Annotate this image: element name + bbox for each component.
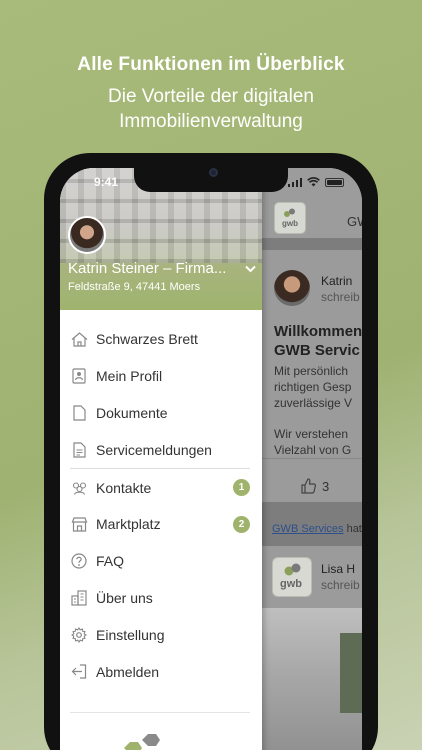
signal-icon xyxy=(287,177,302,187)
menu-item-mein-profil[interactable]: Mein Profil xyxy=(60,358,262,395)
post-title: Willkommen GWB Servic xyxy=(274,323,362,359)
contacts-icon xyxy=(70,479,88,497)
menu-item-dokumente[interactable]: Dokumente xyxy=(60,395,262,432)
post-body-2: Wir verstehen Vielzahl von G xyxy=(274,427,352,457)
service-report-icon xyxy=(70,441,88,459)
shared-note: GWB Services hat xyxy=(272,523,362,535)
like-button[interactable]: 3 xyxy=(300,478,329,494)
navigation-drawer: Katrin Steiner – Firma... Feldstraße 9, … xyxy=(60,168,262,750)
user-name: Katrin Steiner – Firma... xyxy=(68,260,227,277)
status-time: 9:41 xyxy=(94,175,119,189)
post-card[interactable]: Katrin schreib Willkommen GWB Servic Mit … xyxy=(262,250,362,502)
hero-title: Alle Funktionen im Überblick xyxy=(77,54,345,75)
feed-background: gwb GW Katrin schreib WillkommenGWB Serv… xyxy=(262,168,362,750)
profile-card-icon xyxy=(70,367,88,385)
hero-header: Alle Funktionen im Überblick Die Vorteil… xyxy=(0,54,422,134)
badge-count: 2 xyxy=(233,515,250,533)
menu-item-servicemeldungen[interactable]: Servicemeldungen xyxy=(60,431,262,468)
like-count: 3 xyxy=(322,478,330,494)
hero-subtitle-line-1: Die Vorteile der digitalen xyxy=(108,86,314,107)
badge-count: 1 xyxy=(233,479,250,497)
wifi-icon xyxy=(307,177,320,187)
question-icon xyxy=(70,552,88,570)
menu-item-kontakte[interactable]: Kontakte 1 xyxy=(60,469,262,506)
gwb-logo-icon: gwb xyxy=(272,557,312,597)
camera-icon xyxy=(209,168,218,177)
gear-icon xyxy=(70,626,88,644)
post-photo xyxy=(262,608,362,750)
post-card-2[interactable]: gwb Lisa H schreib xyxy=(262,546,362,750)
status-icons xyxy=(287,177,344,187)
marketplace-icon xyxy=(70,515,88,533)
drawer-footer-divider xyxy=(70,712,250,713)
phone-screen: 9:41 gwb GW Katrin schreib WillkommenGWB… xyxy=(60,168,362,750)
feed-header-title: GW xyxy=(347,214,362,229)
menu-item-marktplatz[interactable]: Marktplatz 2 xyxy=(60,506,262,543)
menu-item-schwarzes-brett[interactable]: Schwarzes Brett xyxy=(60,321,262,358)
gwb-logo-icon xyxy=(124,734,160,750)
post-body: Mit persönlich richtigen Gesp zuverlässige… xyxy=(274,364,353,410)
post-author: Lisa H xyxy=(321,562,356,576)
logout-icon xyxy=(70,663,88,681)
building-icon xyxy=(70,589,88,607)
divider xyxy=(262,458,362,459)
post-author: Katrin xyxy=(321,274,353,288)
hero-subtitle-line-2: Immobilienverwaltung xyxy=(119,111,303,132)
gwb-logo-icon: gwb xyxy=(274,202,306,234)
post-action: schreib xyxy=(321,290,360,304)
menu-item-einstellung[interactable]: Einstellung xyxy=(60,616,262,653)
post-action: schreib xyxy=(321,578,360,592)
menu-item-abmelden[interactable]: Abmelden xyxy=(60,653,262,690)
menu-item-ueber-uns[interactable]: Über uns xyxy=(60,580,262,617)
menu-item-faq[interactable]: FAQ xyxy=(60,543,262,580)
avatar[interactable] xyxy=(68,216,106,254)
account-switcher[interactable]: Katrin Steiner – Firma... xyxy=(68,260,258,277)
shared-link[interactable]: GWB Services xyxy=(272,523,344,535)
thumbs-up-icon xyxy=(301,478,316,494)
document-icon xyxy=(70,404,88,422)
battery-icon xyxy=(325,177,344,187)
user-address: Feldstraße 9, 47441 Moers xyxy=(68,281,201,293)
drawer-menu: Schwarzes Brett Mein Profil Dokumente Se… xyxy=(60,310,262,690)
home-icon xyxy=(70,330,88,348)
phone-frame: 9:41 gwb GW Katrin schreib WillkommenGWB… xyxy=(44,153,378,750)
chevron-down-icon xyxy=(245,265,256,272)
avatar xyxy=(274,270,310,306)
